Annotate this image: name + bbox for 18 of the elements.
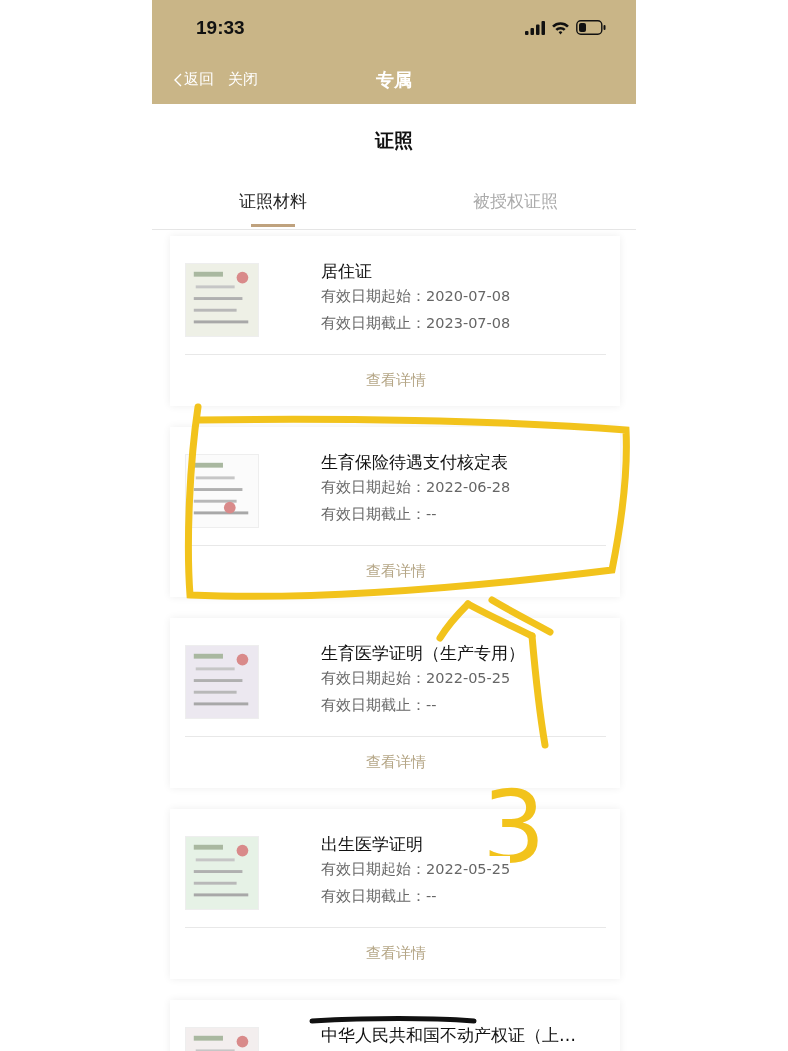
document-title: 居住证	[321, 260, 372, 283]
back-button[interactable]: 返回	[174, 70, 214, 89]
wifi-icon	[551, 20, 570, 35]
tab[interactable]: 被授权证照	[394, 176, 636, 229]
view-details-link[interactable]: 查看详情	[365, 371, 426, 390]
document-title: 生育保险待遇支付核定表	[321, 451, 508, 474]
page-title: 证照	[373, 128, 414, 153]
view-details-link[interactable]: 查看详情	[365, 753, 426, 772]
close-button[interactable]: 关闭	[228, 70, 258, 89]
document-title: 出生医学证明	[321, 833, 423, 856]
document-title: 中华人民共和国不动产权证（上…	[321, 1024, 576, 1047]
status-time: 19:33	[196, 16, 245, 39]
view-details-link[interactable]: 查看详情	[365, 562, 426, 581]
signal-icon	[525, 20, 545, 35]
view-details-link[interactable]: 查看详情	[365, 944, 426, 963]
nav-title: 专属	[376, 67, 412, 92]
chevron-left-icon	[174, 72, 182, 87]
battery-icon	[576, 20, 606, 35]
